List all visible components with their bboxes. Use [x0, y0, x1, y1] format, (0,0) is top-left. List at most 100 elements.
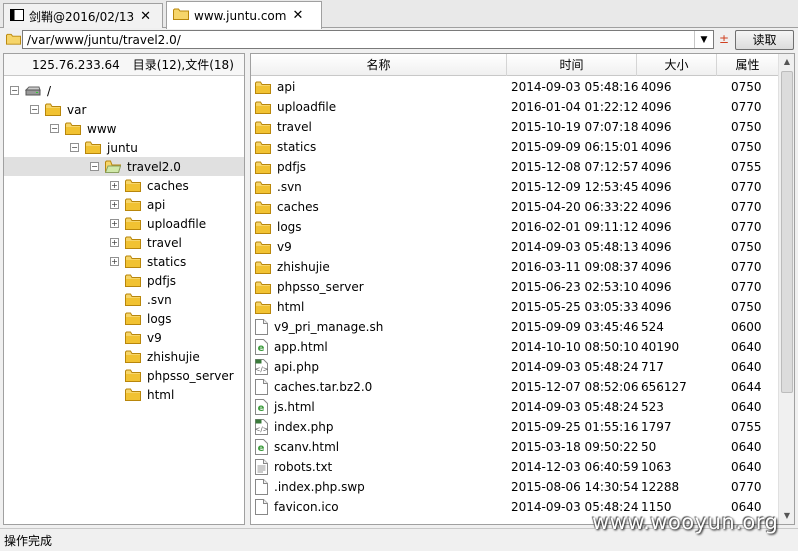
table-row[interactable]: statics 2015-09-09 06:15:01 4096 0750 — [251, 137, 779, 157]
file-attr: 0640 — [731, 400, 762, 414]
expand-icon[interactable]: + — [110, 238, 119, 247]
collapse-icon[interactable]: − — [30, 105, 39, 114]
file-attr: 0770 — [731, 180, 762, 194]
table-row[interactable]: .index.php.swp 2015-08-06 14:30:54 12288 07… — [251, 477, 779, 497]
expand-icon[interactable]: + — [110, 200, 119, 209]
table-row[interactable]: .svn 2015-12-09 12:53:45 4096 0770 — [251, 177, 779, 197]
dir-summary: 目录(12),文件(18) — [132, 58, 234, 72]
file-name-cell: pdfjs — [255, 160, 306, 174]
table-row[interactable]: e app.html 2014-10-10 08:50:10 40190 0640 — [251, 337, 779, 357]
folder-icon — [125, 274, 141, 287]
text-file-icon — [255, 459, 268, 475]
tab-site[interactable]: www.juntu.com ✕ — [166, 1, 322, 29]
close-icon[interactable]: ✕ — [292, 8, 303, 23]
tree-item[interactable]: .svn — [110, 290, 172, 309]
tree-item-label: html — [147, 387, 175, 402]
expand-icon[interactable]: + — [110, 219, 119, 228]
expand-icon[interactable]: + — [110, 257, 119, 266]
tree-item[interactable]: − juntu — [70, 138, 138, 157]
folder-icon — [255, 81, 271, 94]
tree-item-label: travel2.0 — [127, 159, 181, 174]
scroll-down-icon[interactable]: ▼ — [779, 508, 794, 524]
tree-item[interactable]: zhishujie — [110, 347, 200, 366]
tree-item-label: .svn — [147, 292, 172, 307]
column-time[interactable]: 时间 — [507, 54, 637, 76]
file-attr: 0644 — [731, 380, 762, 394]
table-row[interactable]: </> index.php 2015-09-25 01:55:16 1797 0755 — [251, 417, 779, 437]
table-row[interactable]: zhishujie 2016-03-11 09:08:37 4096 0770 — [251, 257, 779, 277]
tree-item[interactable]: pdfjs — [110, 271, 176, 290]
file-name: html — [277, 300, 305, 314]
tree-item[interactable]: − var — [30, 100, 86, 119]
expand-icon[interactable]: + — [110, 181, 119, 190]
tab-session[interactable]: 剑鞘@2016/02/13 ✕ — [3, 3, 163, 28]
tree-item[interactable]: − travel2.0 — [4, 157, 244, 176]
file-time: 2014-09-03 05:48:24 — [511, 360, 639, 374]
table-row[interactable]: pdfjs 2015-12-08 07:12:57 4096 0755 — [251, 157, 779, 177]
table-row[interactable]: phpsso_server 2015-06-23 02:53:10 4096 0770 — [251, 277, 779, 297]
collapse-icon[interactable]: − — [50, 124, 59, 133]
read-button[interactable]: 读取 — [735, 30, 794, 50]
table-row[interactable]: v9 2014-09-03 05:48:13 4096 0750 — [251, 237, 779, 257]
tree-item[interactable]: + statics — [110, 252, 186, 271]
file-attr: 0750 — [731, 140, 762, 154]
table-row[interactable]: e scanv.html 2015-03-18 09:50:22 50 0640 — [251, 437, 779, 457]
table-row[interactable]: api 2014-09-03 05:48:16 4096 0750 — [251, 77, 779, 97]
column-name[interactable]: 名称 — [251, 54, 507, 76]
file-time: 2015-09-09 03:45:46 — [511, 320, 639, 334]
table-row[interactable]: html 2015-05-25 03:05:33 4096 0750 — [251, 297, 779, 317]
tree-item[interactable]: v9 — [110, 328, 162, 347]
collapse-icon[interactable]: − — [90, 162, 99, 171]
tree-item[interactable]: − / — [10, 81, 51, 100]
table-row[interactable]: uploadfile 2016-01-04 01:22:12 4096 0770 — [251, 97, 779, 117]
table-row[interactable]: e js.html 2014-09-03 05:48:24 523 0640 — [251, 397, 779, 417]
folder-icon — [45, 103, 61, 116]
folder-icon — [125, 350, 141, 363]
table-row[interactable]: caches.tar.bz2.0 2015-12-07 08:52:06 65612… — [251, 377, 779, 397]
tree-item[interactable]: + uploadfile — [110, 214, 206, 233]
tree-header: 125.76.233.64 目录(12),文件(18) — [4, 54, 244, 76]
file-name-cell: favicon.ico — [255, 499, 339, 515]
path-input[interactable] — [22, 30, 714, 49]
file-name: api.php — [274, 360, 319, 374]
tree-item[interactable]: + travel — [110, 233, 182, 252]
chevron-down-icon[interactable]: ▼ — [694, 31, 713, 48]
collapse-icon[interactable]: − — [10, 86, 19, 95]
table-row[interactable]: caches 2015-04-20 06:33:22 4096 0770 — [251, 197, 779, 217]
scroll-up-icon[interactable]: ▲ — [779, 54, 794, 70]
folder-icon — [255, 181, 271, 194]
tree-item-label: caches — [147, 178, 189, 193]
file-name-cell: caches.tar.bz2.0 — [255, 379, 372, 395]
file-size: 50 — [641, 440, 657, 454]
tree-item-label: phpsso_server — [147, 368, 234, 383]
plus-minus-icon[interactable]: ± — [719, 32, 729, 46]
column-size[interactable]: 大小 — [637, 54, 717, 76]
column-attr[interactable]: 属性 — [717, 54, 779, 76]
tree-item-label: uploadfile — [147, 216, 207, 231]
file-time: 2014-12-03 06:40:59 — [511, 460, 639, 474]
table-row[interactable]: travel 2015-10-19 07:07:18 4096 0750 — [251, 117, 779, 137]
file-name: app.html — [274, 340, 328, 354]
file-name-cell: e scanv.html — [255, 439, 339, 455]
file-name-cell: html — [255, 300, 304, 314]
table-row[interactable]: robots.txt 2014-12-03 06:40:59 1063 0640 — [251, 457, 779, 477]
tree-item[interactable]: − www — [50, 119, 116, 138]
table-row[interactable]: v9_pri_manage.sh 2015-09-09 03:45:46 524 06… — [251, 317, 779, 337]
php-file-icon: </> — [255, 359, 268, 375]
tree-item[interactable]: + caches — [110, 176, 189, 195]
file-attr: 0750 — [731, 300, 762, 314]
tree-item[interactable]: + api — [110, 195, 165, 214]
file-name: logs — [277, 220, 302, 234]
table-row[interactable]: logs 2016-02-01 09:11:12 4096 0770 — [251, 217, 779, 237]
tree-item[interactable]: phpsso_server — [110, 366, 234, 385]
table-row[interactable]: </> api.php 2014-09-03 05:48:24 717 0640 — [251, 357, 779, 377]
tree-item[interactable]: html — [110, 385, 174, 404]
scroll-thumb[interactable] — [781, 71, 793, 393]
collapse-icon[interactable]: − — [70, 143, 79, 152]
tree-item[interactable]: logs — [110, 309, 172, 328]
file-attr: 0640 — [731, 440, 762, 454]
file-name-cell: e js.html — [255, 399, 315, 415]
close-icon[interactable]: ✕ — [140, 9, 151, 24]
tree-item-label: travel — [147, 235, 182, 250]
vertical-scrollbar[interactable]: ▲ ▼ — [778, 54, 794, 524]
